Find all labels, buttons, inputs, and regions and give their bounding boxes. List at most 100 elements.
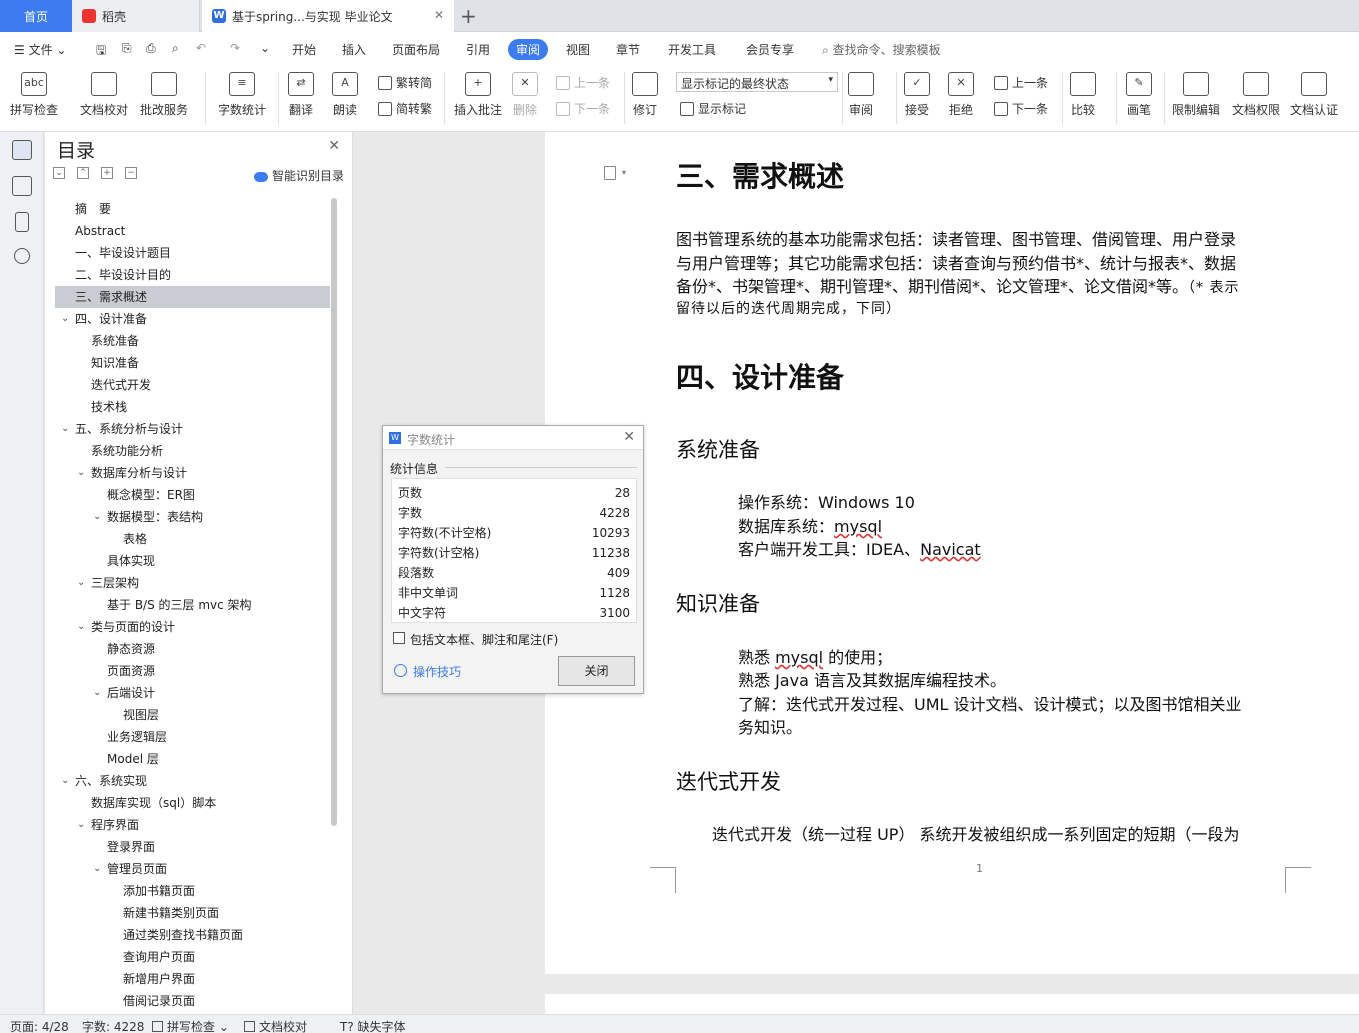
redo-icon[interactable]: ↷ [230,41,240,55]
toc-item[interactable]: ⌄ 五、系统分析与设计 [55,418,330,440]
missing-font-status[interactable]: T? 缺失字体 [340,1018,406,1033]
toc-item[interactable]: ⌄ 类与页面的设计 [55,616,330,638]
toc-item[interactable]: 摘 要 [55,198,330,220]
toc-item[interactable]: ⌄ 数据库分析与设计 [55,462,330,484]
more-chevron-icon[interactable]: ⌄ [260,41,270,55]
close-icon[interactable]: ✕ [328,138,340,154]
delete-comment-button[interactable]: ✕ 删除 [512,72,538,118]
search-icon[interactable] [14,248,30,264]
toc-item[interactable]: 具体实现 [55,550,330,572]
menu-member[interactable]: 会员专享 [746,41,794,58]
toc-item[interactable]: Model 层 [55,748,330,770]
toc-item[interactable]: 业务逻辑层 [55,726,330,748]
toc-item[interactable]: 三、需求概述 [55,286,330,308]
toc-item[interactable]: 系统功能分析 [55,440,330,462]
toc-item[interactable]: 知识准备 [55,352,330,374]
menu-review[interactable]: 审阅 [508,39,549,60]
chevron-down-icon[interactable]: ⌄ [77,814,85,836]
reject-button[interactable]: ✕ 拒绝 [948,72,974,118]
file-menu[interactable]: ☰ 文件 ⌄ [14,41,66,58]
accept-button[interactable]: ✓ 接受 [904,72,930,118]
include-textbox-label[interactable]: 包括文本框、脚注和尾注(F) [410,631,558,648]
translate-button[interactable]: ⇄ 翻译 [288,72,314,118]
play-circle-icon[interactable] [394,664,407,677]
tab-daoke[interactable]: 稻壳 [72,0,200,32]
bookmark-icon[interactable] [15,212,29,232]
restrict-edit-button[interactable]: 限制编辑 [1172,72,1220,118]
read-aloud-button[interactable]: A 朗读 [332,72,358,118]
page-indicator[interactable]: 页面: 4/28 [10,1018,69,1033]
toc-item[interactable]: Abstract [55,220,330,242]
undo-icon[interactable]: ↶ [196,41,206,55]
toc-scrollbar[interactable] [331,198,337,826]
toc-item[interactable]: ⌄ 三层架构 [55,572,330,594]
tips-link[interactable]: 操作技巧 [413,663,461,680]
include-textbox-checkbox[interactable] [393,632,405,644]
track-changes-button[interactable]: 修订 [632,72,658,118]
menu-insert[interactable]: 插入 [342,41,366,58]
spell-error-word[interactable]: mysql [834,517,882,536]
chevron-down-icon[interactable]: ⌄ [93,506,101,528]
markup-state-select[interactable]: 显示标记的最终状态 ▾ [676,72,838,92]
close-tab-icon[interactable]: ✕ [434,8,444,22]
remove-heading-icon[interactable]: − [125,167,137,179]
navigation-icon[interactable] [12,176,32,196]
toc-item[interactable]: 借阅记录页面 [55,990,330,1010]
toc-item[interactable]: 基于 B/S 的三层 mvc 架构 [55,594,330,616]
to-traditional-button[interactable]: 繁转简 [378,74,432,91]
next-change-button[interactable]: 下一条 [994,100,1048,117]
chevron-down-icon[interactable]: ⌄ [61,418,69,440]
chevron-down-icon[interactable]: ⌄ [61,308,69,330]
next-comment-button[interactable]: 下一条 [556,100,610,117]
dialog-titlebar[interactable]: W 字数统计 ✕ [383,426,643,450]
export-pdf-icon[interactable]: ⎘ [122,41,132,56]
compare-button[interactable]: 比较 [1070,72,1096,118]
spell-error-word[interactable]: mysql [775,648,823,667]
toc-item[interactable]: 新建书籍类别页面 [55,902,330,924]
toc-item[interactable]: 系统准备 [55,330,330,352]
chevron-down-icon[interactable]: ⌄ [93,682,101,704]
insert-comment-button[interactable]: + 插入批注 [454,72,502,118]
revise-service-button[interactable]: 批改服务 [140,72,188,118]
toc-item[interactable]: 迭代式开发 [55,374,330,396]
close-icon[interactable]: ✕ [623,429,635,445]
new-tab-button[interactable]: + [460,4,477,28]
prev-comment-button[interactable]: 上一条 [556,74,610,91]
menu-start[interactable]: 开始 [292,41,316,58]
close-button[interactable]: 关闭 [558,656,635,686]
review-pane-button[interactable]: 审阅 [848,72,874,118]
smart-toc-button[interactable]: 智能识别目录 [253,167,344,184]
toc-item[interactable]: 新增用户界面 [55,968,330,990]
toc-item[interactable]: 添加书籍页面 [55,880,330,902]
chevron-down-icon[interactable]: ⌄ [61,770,69,792]
print-icon[interactable]: ⎙ [146,41,156,56]
tab-home[interactable]: 首页 [0,0,72,32]
chevron-down-icon[interactable]: ⌄ [77,572,85,594]
toc-item[interactable]: 数据库实现（sql）脚本 [55,792,330,814]
menu-references[interactable]: 引用 [466,41,490,58]
command-search[interactable]: ⌕ 查找命令、搜索模板 [822,41,941,58]
toc-item[interactable]: 登录界面 [55,836,330,858]
certify-button[interactable]: 文档认证 [1290,72,1338,118]
spellcheck-button[interactable]: abc 拼写检查 [10,72,58,118]
proofread-button[interactable]: 文档校对 [80,72,128,118]
paragraph-icon[interactable] [604,166,616,180]
pen-button[interactable]: ✎ 画笔 [1126,72,1152,118]
add-heading-icon[interactable]: + [101,167,113,179]
toc-item[interactable]: 通过类别查找书籍页面 [55,924,330,946]
chevron-down-icon[interactable]: ⌄ [77,616,85,638]
toc-item[interactable]: 视图层 [55,704,330,726]
toc-item[interactable]: ⌄ 管理员页面 [55,858,330,880]
chevron-down-icon[interactable]: ⌄ [93,858,101,880]
toc-item[interactable]: 静态资源 [55,638,330,660]
toc-item[interactable]: ⌄ 六、系统实现 [55,770,330,792]
permission-button[interactable]: 文档权限 [1232,72,1280,118]
spell-error-word[interactable]: Navicat [920,540,981,559]
prev-change-button[interactable]: 上一条 [994,74,1048,91]
toc-item[interactable]: ⌄ 程序界面 [55,814,330,836]
spellcheck-status[interactable]: 拼写检查 ⌄ [152,1018,229,1033]
proofread-status[interactable]: 文档校对 [244,1018,307,1033]
print-preview-icon[interactable]: ⌕ [172,41,179,56]
menu-view[interactable]: 视图 [566,41,590,58]
toc-item[interactable]: 二、毕设设计目的 [55,264,330,286]
